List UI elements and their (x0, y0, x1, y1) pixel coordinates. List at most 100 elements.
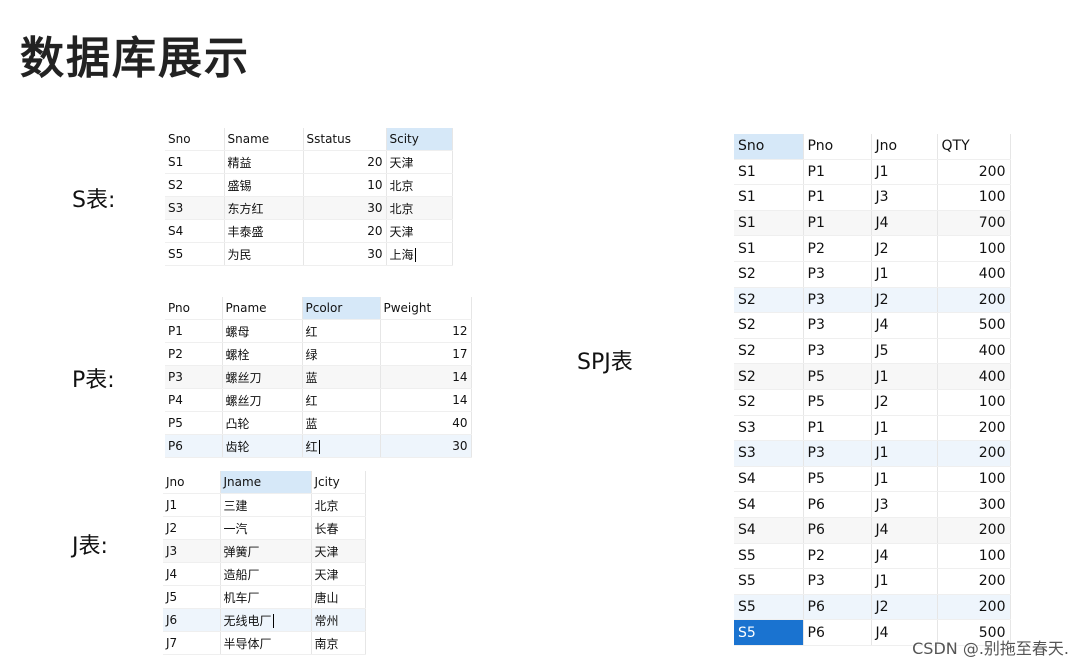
table-cell[interactable]: 北京 (386, 173, 453, 197)
table-cell[interactable]: P3 (803, 261, 872, 288)
table-cell[interactable]: J1 (871, 261, 938, 288)
column-header-qty[interactable]: QTY (937, 134, 1011, 160)
table-cell[interactable]: 40 (380, 411, 472, 435)
table-cell[interactable]: J4 (163, 562, 221, 586)
table-cell[interactable]: 北京 (311, 493, 366, 517)
table-cell[interactable]: 半导体厂 (220, 631, 312, 655)
table-cell[interactable]: P3 (803, 287, 872, 314)
table-cell[interactable]: 蓝 (302, 411, 381, 435)
table-cell[interactable]: 200 (937, 415, 1011, 442)
table-cell[interactable]: P6 (803, 491, 872, 518)
table-cell[interactable]: 盛锡 (224, 173, 304, 197)
table-cell[interactable]: 天津 (311, 539, 366, 563)
table-cell[interactable]: 400 (937, 338, 1011, 365)
table-cell[interactable]: S2 (734, 287, 804, 314)
table-cell[interactable]: P2 (165, 342, 223, 366)
table-cell[interactable]: S1 (734, 184, 804, 211)
table-cell[interactable]: P1 (803, 415, 872, 442)
table-cell[interactable]: S4 (734, 466, 804, 493)
table-cell[interactable]: S5 (165, 242, 225, 266)
table-cell[interactable]: 上海 (386, 242, 453, 266)
table-cell[interactable]: J3 (871, 491, 938, 518)
table-cell[interactable]: P1 (803, 184, 872, 211)
table-cell[interactable]: P4 (165, 388, 223, 412)
table-cell[interactable]: 400 (937, 261, 1011, 288)
table-cell[interactable]: S5 (734, 543, 804, 570)
table-cell[interactable]: 300 (937, 491, 1011, 518)
table-cell[interactable]: J5 (163, 585, 221, 609)
column-header-scity[interactable]: Scity (386, 128, 453, 151)
table-cell[interactable]: J1 (871, 363, 938, 390)
table-cell[interactable]: J7 (163, 631, 221, 655)
table-cell[interactable]: S5 (734, 568, 804, 595)
table-cell[interactable]: P2 (803, 543, 872, 570)
table-cell[interactable]: 造船厂 (220, 562, 312, 586)
table-cell[interactable]: 100 (937, 184, 1011, 211)
table-cell[interactable]: 螺母 (222, 319, 303, 343)
table-cell[interactable]: 天津 (386, 150, 453, 174)
table-cell[interactable]: 天津 (386, 219, 453, 243)
table-cell[interactable]: P6 (803, 517, 872, 544)
table-cell[interactable]: J5 (871, 338, 938, 365)
column-header-sstatus[interactable]: Sstatus (303, 128, 387, 151)
table-cell[interactable]: P3 (803, 440, 872, 467)
table-cell[interactable]: 唐山 (311, 585, 366, 609)
table-cell[interactable]: 无线电厂 (220, 608, 312, 632)
table-cell[interactable]: S1 (734, 159, 804, 186)
table-cell[interactable]: P5 (803, 466, 872, 493)
table-cell[interactable]: 200 (937, 159, 1011, 186)
table-cell[interactable]: 北京 (386, 196, 453, 220)
table-cell[interactable]: 200 (937, 440, 1011, 467)
table-cell[interactable]: 700 (937, 210, 1011, 237)
table-cell[interactable]: 14 (380, 365, 472, 389)
table-cell[interactable]: P3 (165, 365, 223, 389)
table-cell[interactable]: 为民 (224, 242, 304, 266)
table-cell[interactable]: 精益 (224, 150, 304, 174)
table-cell[interactable]: 蓝 (302, 365, 381, 389)
table-cell[interactable]: 螺丝刀 (222, 365, 303, 389)
table-cell[interactable]: P5 (803, 363, 872, 390)
table-cell[interactable]: J1 (871, 415, 938, 442)
selected-table-cell[interactable]: S5 (734, 619, 804, 646)
column-header-sno[interactable]: Sno (165, 128, 225, 151)
table-cell[interactable]: P5 (803, 389, 872, 416)
table-cell[interactable]: 100 (937, 543, 1011, 570)
table-cell[interactable]: P6 (803, 619, 872, 646)
table-cell[interactable]: J2 (871, 389, 938, 416)
table-cell[interactable]: S2 (734, 389, 804, 416)
table-cell[interactable]: 南京 (311, 631, 366, 655)
table-cell[interactable]: S2 (734, 312, 804, 339)
table-cell[interactable]: P2 (803, 235, 872, 262)
table-cell[interactable]: 10 (303, 173, 387, 197)
table-cell[interactable]: S2 (734, 261, 804, 288)
table-cell[interactable]: 200 (937, 568, 1011, 595)
table-cell[interactable]: J4 (871, 312, 938, 339)
table-cell[interactable]: J3 (163, 539, 221, 563)
table-cell[interactable]: 齿轮 (222, 434, 303, 458)
table-cell[interactable]: J4 (871, 517, 938, 544)
table-cell[interactable]: 30 (303, 196, 387, 220)
column-header-jname[interactable]: Jname (220, 471, 312, 494)
table-cell[interactable]: P6 (803, 594, 872, 621)
table-cell[interactable]: S4 (734, 491, 804, 518)
table-cell[interactable]: S1 (734, 235, 804, 262)
table-cell[interactable]: S2 (734, 363, 804, 390)
table-cell[interactable]: 弹簧厂 (220, 539, 312, 563)
table-cell[interactable]: J1 (163, 493, 221, 517)
table-cell[interactable]: J3 (871, 184, 938, 211)
table-cell[interactable]: 100 (937, 235, 1011, 262)
table-cell[interactable]: J2 (871, 594, 938, 621)
table-cell[interactable]: 红 (302, 388, 381, 412)
table-cell[interactable]: S3 (734, 440, 804, 467)
table-cell[interactable]: S1 (165, 150, 225, 174)
table-cell[interactable]: 常州 (311, 608, 366, 632)
table-cell[interactable]: S2 (734, 338, 804, 365)
table-cell[interactable]: J1 (871, 568, 938, 595)
table-cell[interactable]: 200 (937, 594, 1011, 621)
table-cell[interactable]: S4 (734, 517, 804, 544)
table-cell[interactable]: J6 (163, 608, 221, 632)
table-cell[interactable]: 12 (380, 319, 472, 343)
table-cell[interactable]: 红 (302, 319, 381, 343)
column-header-pweight[interactable]: Pweight (380, 297, 472, 320)
column-header-jcity[interactable]: Jcity (311, 471, 366, 494)
